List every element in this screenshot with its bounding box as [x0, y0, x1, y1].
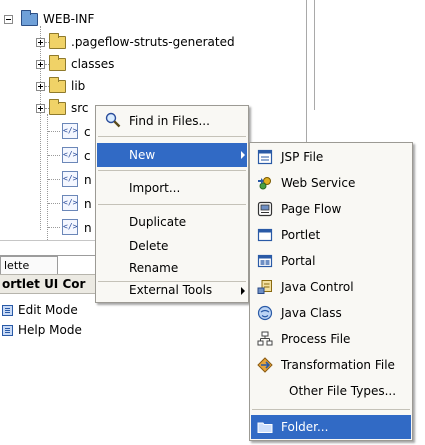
process-file-icon [257, 331, 273, 346]
palette-item-label: Help Mode [18, 323, 82, 337]
palette-tab[interactable]: lette [0, 256, 58, 274]
tree-file-label[interactable]: n [84, 197, 92, 211]
folder-icon [257, 422, 273, 433]
menu-item-label: Other File Types... [289, 384, 397, 398]
submenu-item-portal[interactable]: Portal [251, 249, 411, 273]
menu-separator [252, 409, 410, 410]
tree-node-label: WEB-INF [43, 12, 95, 26]
submenu-item-other-file-types[interactable]: Other File Types... [251, 379, 411, 403]
folder-icon [49, 98, 66, 115]
tree-node-label: src [71, 101, 89, 115]
tree-node-lib[interactable]: lib [36, 75, 85, 97]
tree-file-label[interactable]: n [84, 173, 92, 187]
menu-item-label: Portal [281, 254, 316, 268]
file-icon: </> [62, 123, 78, 139]
expand-toggle-icon[interactable] [36, 103, 45, 113]
folder-icon [49, 32, 66, 49]
menu-item-import[interactable]: Import... [97, 176, 247, 200]
tree-guide-line [48, 155, 60, 156]
menu-item-label: Java Control [281, 280, 354, 294]
folder-icon [49, 76, 66, 93]
menu-item-new[interactable]: New [97, 143, 247, 167]
submenu-arrow-icon [241, 151, 245, 159]
portal-icon [257, 254, 273, 268]
tree-node-classes[interactable]: classes [36, 53, 114, 75]
expand-toggle-icon[interactable] [36, 37, 45, 47]
menu-separator [98, 170, 246, 171]
menu-item-label: JSP File [281, 150, 324, 164]
submenu-item-process-file[interactable]: Process File [251, 327, 411, 351]
submenu-item-web-service[interactable]: Web Service [251, 171, 411, 195]
menu-item-duplicate[interactable]: Duplicate [97, 210, 247, 234]
submenu-item-page-flow[interactable]: Page Flow [251, 197, 411, 221]
find-in-files-icon [105, 112, 121, 128]
web-service-icon [258, 177, 271, 190]
file-icon: </> [62, 195, 78, 211]
palette-item-help-mode[interactable]: Help Mode [2, 321, 82, 339]
web-inf-folder-icon [21, 9, 38, 26]
menu-item-label: Java Class [281, 306, 342, 320]
expand-toggle-icon[interactable] [36, 81, 45, 91]
transformation-file-icon [257, 357, 273, 373]
menu-item-external-tools[interactable]: External Tools [97, 276, 247, 300]
menu-item-label: Delete [129, 239, 169, 253]
submenu-item-folder[interactable]: Folder... [251, 415, 411, 439]
submenu-item-java-control[interactable]: Java Control [251, 275, 411, 299]
menu-separator [98, 204, 246, 205]
tree-file-label[interactable]: c [84, 149, 91, 163]
menu-item-label: Process File [281, 332, 351, 346]
file-icon: </> [62, 147, 78, 163]
portlet-mode-icon [2, 304, 13, 316]
tree-guide-line [48, 131, 60, 132]
palette-item-label: Edit Mode [18, 303, 78, 317]
file-icon: </> [62, 171, 78, 187]
menu-item-label: Folder... [281, 420, 329, 434]
tree-guide-line [48, 179, 60, 180]
menu-item-label: Transformation File [281, 358, 395, 372]
menu-item-label: Find in Files... [129, 114, 210, 128]
tree-node-src[interactable]: src [36, 97, 89, 119]
menu-item-label: Page Flow [281, 202, 342, 216]
context-menu: Find in Files... New Import... Duplicate… [95, 105, 249, 303]
file-icon: </> [62, 219, 78, 235]
menu-item-label: Import... [129, 181, 181, 195]
menu-item-label: Rename [129, 261, 179, 275]
portlet-icon [257, 228, 273, 242]
submenu-item-java-class[interactable]: Java Class [251, 301, 411, 325]
java-class-icon [257, 305, 273, 321]
tree-node-label: .pageflow-struts-generated [71, 35, 235, 49]
page-flow-icon [257, 201, 273, 217]
tree-node-label: lib [71, 79, 86, 93]
submenu-item-transformation-file[interactable]: Transformation File [251, 353, 411, 377]
portlet-mode-icon [2, 324, 13, 336]
tree-file-label[interactable]: c [84, 125, 91, 139]
menu-separator [98, 136, 246, 137]
menu-item-find-in-files[interactable]: Find in Files... [97, 109, 247, 133]
jsp-file-icon [257, 149, 273, 165]
tree-pane-divider [314, 0, 315, 110]
menu-item-label: Duplicate [129, 215, 187, 229]
palette-item-edit-mode[interactable]: Edit Mode [2, 301, 78, 319]
menu-item-label: New [129, 148, 156, 162]
tree-node-web-inf[interactable]: WEB-INF [4, 8, 94, 30]
folder-icon [49, 54, 66, 71]
new-submenu: JSP File Web Service Page Flow Portlet P… [249, 142, 413, 441]
tree-guide-line [48, 203, 60, 204]
tree-node-pageflow-struts-generated[interactable]: .pageflow-struts-generated [36, 31, 235, 53]
tree-file-label[interactable]: n [84, 221, 92, 235]
collapse-toggle-icon[interactable] [4, 14, 13, 24]
submenu-item-jsp-file[interactable]: JSP File [251, 145, 411, 169]
expand-toggle-icon[interactable] [36, 59, 45, 69]
tree-node-label: classes [71, 57, 115, 71]
tree-guide-line [47, 114, 48, 240]
menu-item-label: Web Service [281, 176, 356, 190]
menu-item-delete[interactable]: Delete [97, 234, 247, 258]
tree-guide-line [48, 227, 60, 228]
menu-item-label: Portlet [281, 228, 321, 242]
java-control-icon [257, 280, 272, 294]
submenu-item-portlet[interactable]: Portlet [251, 223, 411, 247]
menu-item-label: External Tools [129, 283, 213, 297]
submenu-arrow-icon [241, 287, 245, 295]
